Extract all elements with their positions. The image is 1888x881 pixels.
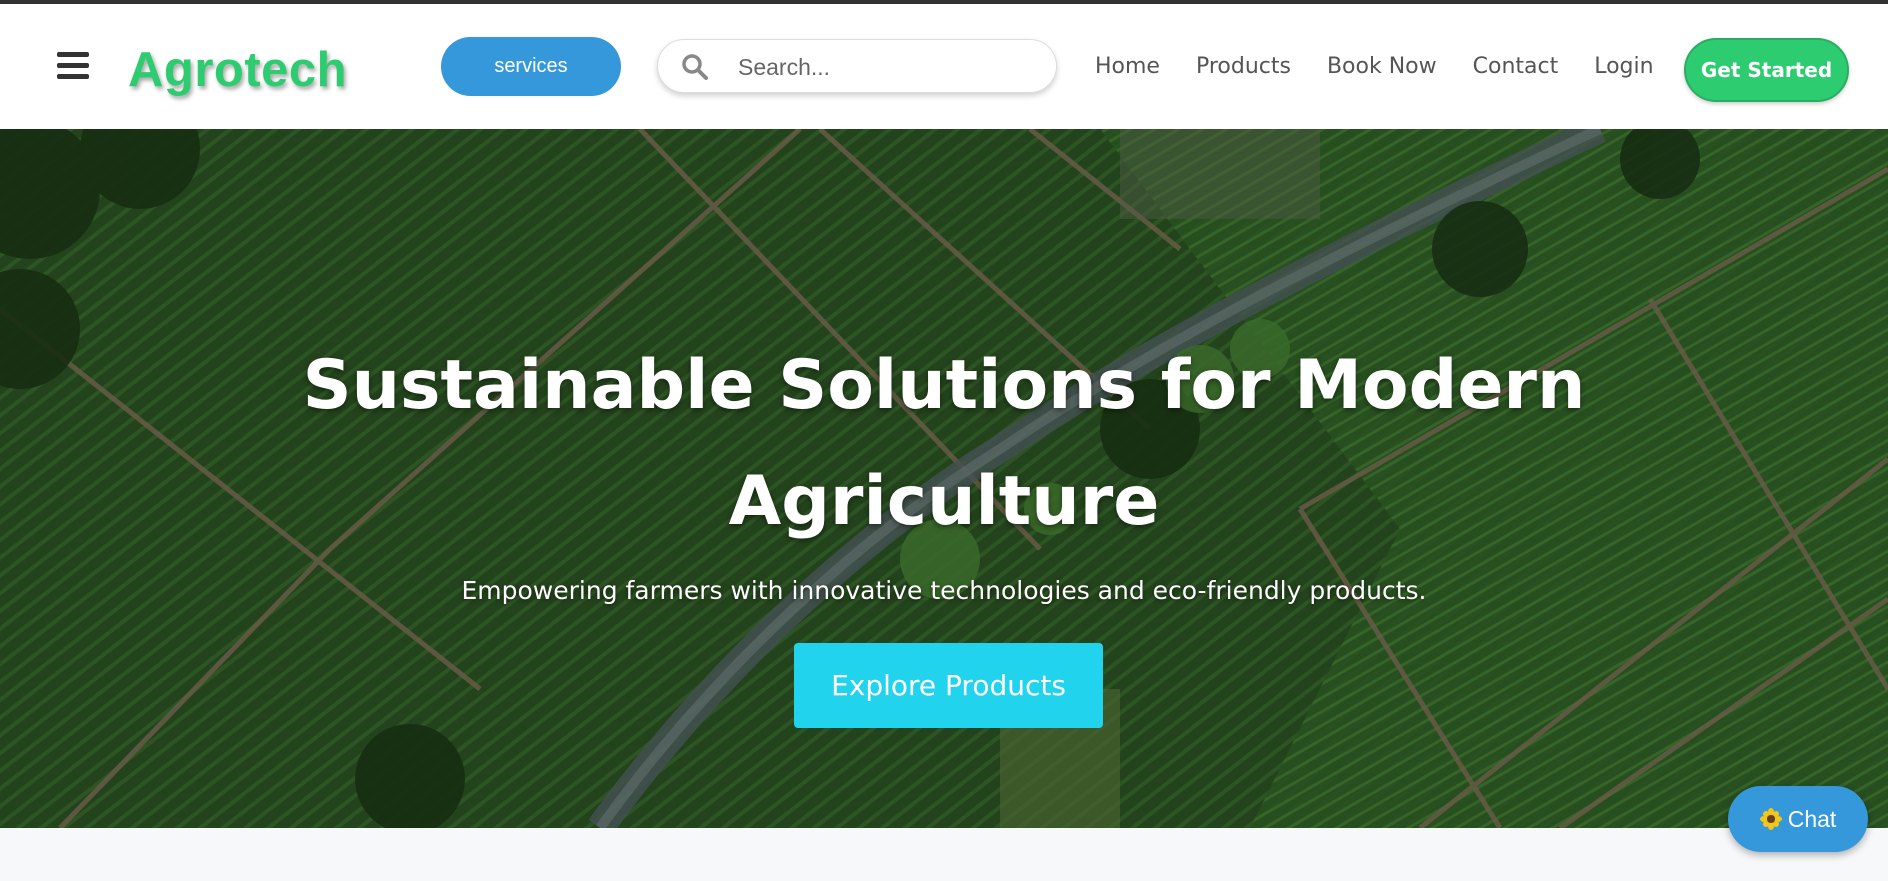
chat-label: Chat bbox=[1787, 805, 1837, 832]
next-section bbox=[0, 828, 1888, 881]
hamburger-menu-icon[interactable] bbox=[57, 51, 89, 81]
nav-products[interactable]: Products bbox=[1196, 54, 1291, 90]
site-header: Agrotech services Home Products Book Now… bbox=[0, 4, 1888, 129]
nav-login[interactable]: Login bbox=[1594, 54, 1653, 90]
get-started-button[interactable]: Get Started bbox=[1684, 38, 1849, 102]
logo[interactable]: Agrotech bbox=[128, 42, 347, 98]
nav-book-now[interactable]: Book Now bbox=[1327, 54, 1437, 90]
hero-subtitle: Empowering farmers with innovative techn… bbox=[461, 576, 1427, 605]
search-input[interactable] bbox=[736, 48, 1040, 86]
sunflower-icon bbox=[1759, 808, 1782, 830]
hero-title: Sustainable Solutions for Modern Agricul… bbox=[302, 346, 1586, 541]
chat-button[interactable]: Chat bbox=[1728, 786, 1868, 852]
search-bar bbox=[657, 39, 1057, 93]
services-button[interactable]: services bbox=[441, 37, 621, 96]
nav-home[interactable]: Home bbox=[1095, 54, 1160, 90]
nav-contact[interactable]: Contact bbox=[1473, 54, 1559, 90]
main-nav: Home Products Book Now Contact Login bbox=[1095, 54, 1654, 90]
hero-section: Sustainable Solutions for Modern Agricul… bbox=[0, 129, 1888, 828]
search-icon[interactable] bbox=[681, 53, 709, 81]
explore-products-button[interactable]: Explore Products bbox=[794, 643, 1103, 728]
